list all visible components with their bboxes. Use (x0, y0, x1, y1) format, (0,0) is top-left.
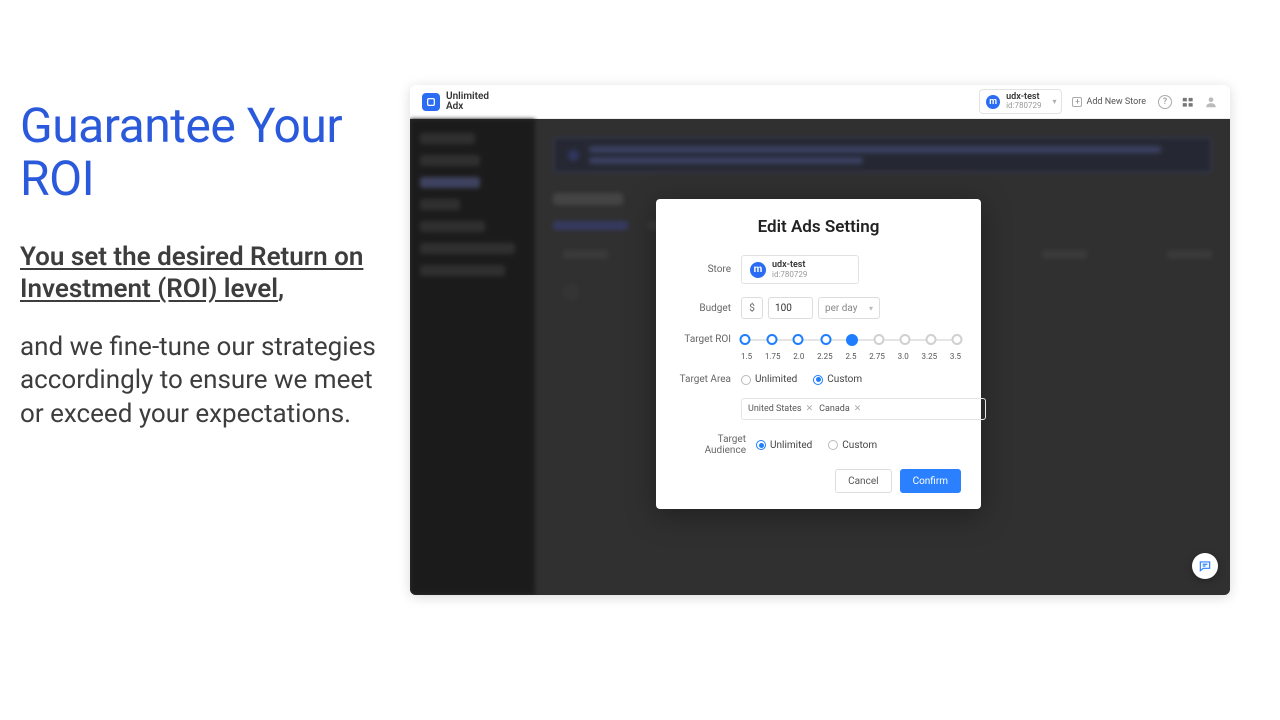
topbar: Unlimited Adx m udx-test id:780729 ▾ + A… (410, 85, 1230, 119)
apps-icon[interactable] (1181, 95, 1195, 109)
add-store-label: Add New Store (1086, 97, 1146, 107)
radio-icon (813, 375, 823, 385)
brand-line1: Unlimited (446, 92, 489, 102)
budget-period-value: per day (825, 303, 858, 314)
store-field[interactable]: m udx-test id:780729 (741, 255, 859, 284)
target-audience-custom-radio[interactable]: Custom (828, 440, 877, 451)
cancel-button[interactable]: Cancel (835, 469, 891, 493)
store-selector[interactable]: m udx-test id:780729 ▾ (979, 89, 1062, 114)
store-avatar-icon: m (750, 262, 766, 278)
chevron-down-icon: ▾ (869, 304, 873, 313)
add-store-button[interactable]: + Add New Store (1072, 97, 1146, 107)
roi-label: 2.25 (817, 352, 833, 361)
label-budget: Budget (676, 303, 741, 314)
brand-mark-icon (422, 93, 440, 111)
slide-body: and we fine-tune our strategies accordin… (20, 331, 390, 432)
target-area-chips[interactable]: United States ✕ Canada ✕ (741, 398, 986, 420)
modal-store-id: id:780729 (772, 270, 807, 279)
target-area-custom-radio[interactable]: Custom (813, 374, 862, 385)
chip-remove-icon[interactable]: ✕ (854, 404, 862, 414)
budget-amount-input[interactable]: 100 (768, 297, 813, 319)
roi-tick-2.5[interactable] (846, 334, 858, 346)
roi-label: 3.25 (922, 352, 938, 361)
app-window: Unlimited Adx m udx-test id:780729 ▾ + A… (410, 85, 1230, 595)
edit-ads-modal: Edit Ads Setting Store m udx-test id:780… (656, 199, 981, 509)
roi-tick-3.0[interactable] (899, 334, 910, 345)
roi-tick-2.75[interactable] (873, 334, 884, 345)
confirm-button[interactable]: Confirm (900, 469, 961, 493)
radio-icon (741, 375, 751, 385)
modal-title: Edit Ads Setting (676, 217, 961, 237)
roi-tick-3.25[interactable] (926, 334, 937, 345)
target-audience-unlimited-radio[interactable]: Unlimited (756, 440, 812, 451)
roi-label: 2.0 (793, 352, 804, 361)
radio-icon (828, 440, 838, 450)
workspace: Edit Ads Setting Store m udx-test id:780… (410, 119, 1230, 595)
roi-tick-1.5[interactable] (740, 334, 751, 345)
modal-store-name: udx-test (772, 260, 807, 270)
currency-field[interactable]: $ (741, 297, 763, 319)
roi-label: 3.0 (898, 352, 909, 361)
roi-tick-2.25[interactable] (820, 334, 831, 345)
subtitle-underline: You set the desired Return on Investment… (20, 242, 363, 305)
help-icon[interactable]: ? (1158, 95, 1172, 109)
subtitle-tail: , (278, 274, 284, 304)
roi-tick-1.75[interactable] (766, 334, 777, 345)
slide-subtitle: You set the desired Return on Investment… (20, 241, 390, 306)
store-avatar-icon: m (986, 95, 1000, 109)
label-target-roi: Target ROI (676, 332, 741, 345)
roi-slider[interactable]: 1.5 1.75 2.0 2.25 2.5 2.75 3.0 3.25 3.5 (741, 332, 961, 361)
store-id: id:780729 (1006, 102, 1041, 110)
label-target-audience: Target Audience (676, 434, 756, 456)
brand-text: Unlimited Adx (446, 92, 489, 112)
target-area-unlimited-radio[interactable]: Unlimited (741, 374, 797, 385)
area-chip: United States ✕ (748, 404, 813, 414)
user-icon[interactable] (1204, 95, 1218, 109)
slide-title: Guarantee Your ROI (20, 100, 390, 206)
radio-label: Custom (842, 440, 877, 451)
chip-text: United States (748, 404, 802, 414)
radio-label: Unlimited (770, 440, 812, 451)
roi-label: 2.75 (869, 352, 885, 361)
chip-remove-icon[interactable]: ✕ (806, 404, 814, 414)
brand-line2: Adx (446, 102, 489, 112)
roi-label: 3.5 (950, 352, 961, 361)
roi-label: 2.5 (845, 352, 856, 361)
label-target-area: Target Area (676, 374, 741, 385)
chat-fab[interactable] (1192, 553, 1218, 579)
chevron-down-icon: ▾ (1052, 97, 1056, 106)
area-chip: Canada ✕ (819, 404, 861, 414)
chip-text: Canada (819, 404, 850, 414)
roi-label: 1.75 (765, 352, 781, 361)
roi-tick-3.5[interactable] (951, 334, 962, 345)
plus-icon: + (1072, 97, 1082, 107)
roi-label: 1.5 (741, 352, 752, 361)
radio-label: Custom (827, 374, 862, 385)
label-store: Store (676, 264, 741, 275)
radio-icon (756, 440, 766, 450)
budget-period-select[interactable]: per day ▾ (818, 297, 880, 319)
roi-tick-2.0[interactable] (793, 334, 804, 345)
radio-label: Unlimited (755, 374, 797, 385)
brand: Unlimited Adx (422, 92, 489, 112)
